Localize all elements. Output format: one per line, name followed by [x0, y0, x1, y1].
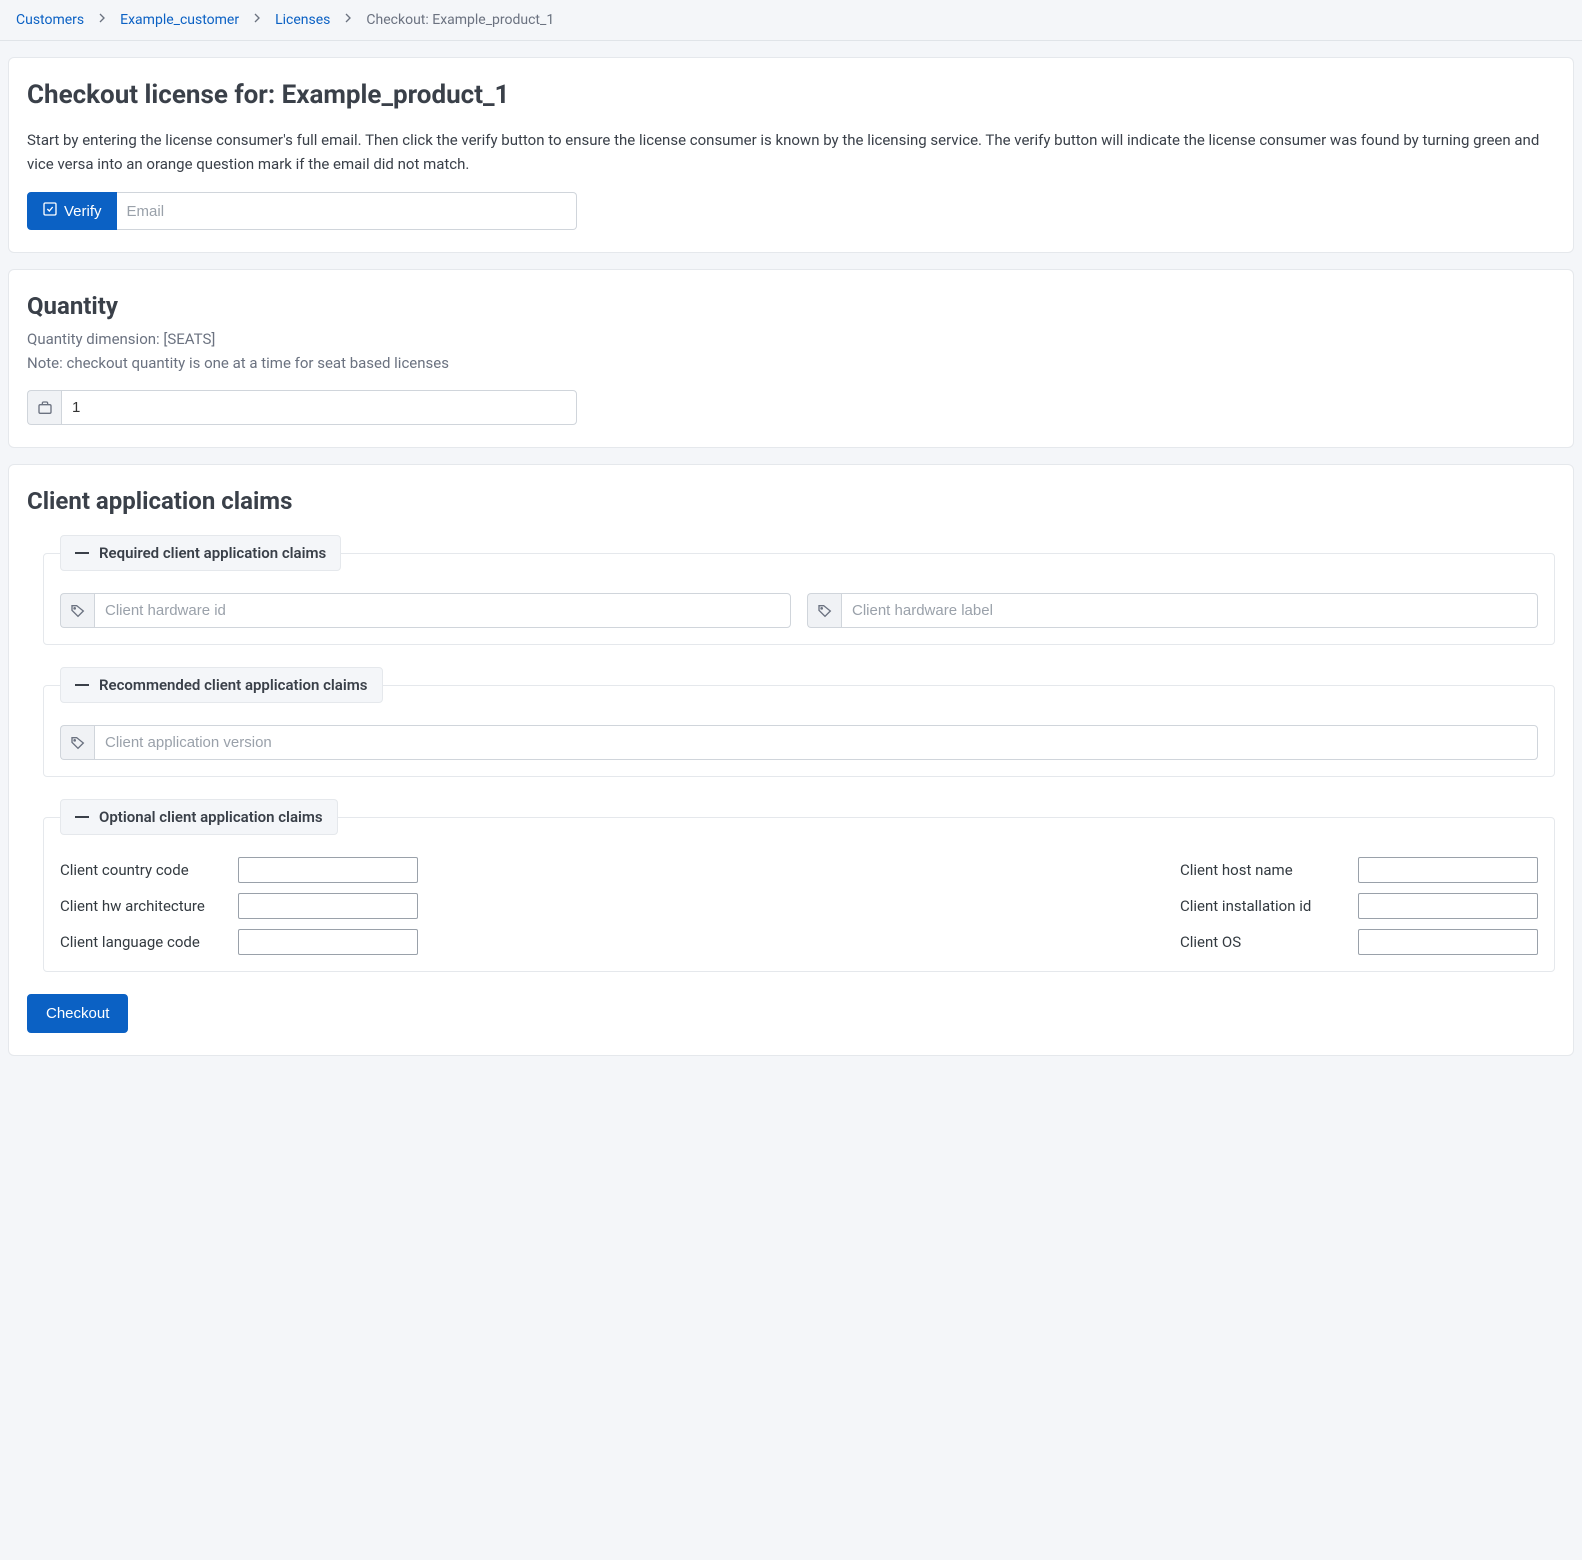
breadcrumb-current: Checkout: Example_product_1 [366, 12, 554, 28]
quantity-note: Note: checkout quantity is one at a time… [27, 354, 1555, 372]
country-code-input[interactable] [238, 857, 418, 883]
hw-arch-input[interactable] [238, 893, 418, 919]
os-label: Client OS [1180, 933, 1350, 951]
quantity-dimension: Quantity dimension: [SEATS] [27, 330, 1555, 348]
page-title: Checkout license for: Example_product_1 [27, 80, 1555, 110]
email-input[interactable] [117, 192, 577, 230]
chevron-right-icon [245, 10, 269, 30]
required-claims-legend-label: Required client application claims [99, 544, 326, 562]
claims-title: Client application claims [27, 487, 1555, 515]
breadcrumb: Customers Example_customer Licenses Chec… [0, 0, 1582, 41]
checkout-button[interactable]: Checkout [27, 994, 128, 1033]
check-square-icon [42, 201, 58, 221]
installation-id-input[interactable] [1358, 893, 1538, 919]
host-name-label: Client host name [1180, 861, 1350, 879]
checkout-section: Checkout license for: Example_product_1 … [8, 57, 1574, 253]
chevron-right-icon [336, 10, 360, 30]
tag-icon [60, 593, 94, 628]
installation-id-label: Client installation id [1180, 897, 1350, 915]
breadcrumb-link-customer[interactable]: Example_customer [120, 12, 239, 28]
client-hardware-id-input[interactable] [94, 593, 791, 628]
briefcase-icon [27, 390, 61, 425]
collapse-icon [75, 552, 89, 554]
os-input[interactable] [1358, 929, 1538, 955]
host-name-input[interactable] [1358, 857, 1538, 883]
optional-claims-legend-label: Optional client application claims [99, 808, 323, 826]
required-claims-fieldset: Required client application claims [43, 535, 1555, 645]
breadcrumb-link-licenses[interactable]: Licenses [275, 12, 330, 28]
language-code-input[interactable] [238, 929, 418, 955]
collapse-icon [75, 816, 89, 818]
language-code-label: Client language code [60, 933, 230, 951]
client-app-version-input[interactable] [94, 725, 1538, 760]
required-claims-legend[interactable]: Required client application claims [60, 535, 341, 571]
recommended-claims-legend[interactable]: Recommended client application claims [60, 667, 383, 703]
collapse-icon [75, 684, 89, 686]
quantity-title: Quantity [27, 292, 1555, 320]
verify-button[interactable]: Verify [27, 192, 117, 230]
tag-icon [60, 725, 94, 760]
checkout-button-label: Checkout [46, 1005, 109, 1022]
client-hardware-label-input[interactable] [841, 593, 1538, 628]
recommended-claims-legend-label: Recommended client application claims [99, 676, 368, 694]
checkout-description: Start by entering the license consumer's… [27, 128, 1555, 176]
tag-icon [807, 593, 841, 628]
quantity-input[interactable] [61, 390, 577, 425]
claims-section: Client application claims Required clien… [8, 464, 1574, 1056]
chevron-right-icon [90, 10, 114, 30]
hw-arch-label: Client hw architecture [60, 897, 230, 915]
country-code-label: Client country code [60, 861, 230, 879]
breadcrumb-link-customers[interactable]: Customers [16, 12, 84, 28]
optional-claims-legend[interactable]: Optional client application claims [60, 799, 338, 835]
verify-button-label: Verify [64, 203, 102, 220]
recommended-claims-fieldset: Recommended client application claims [43, 667, 1555, 777]
quantity-section: Quantity Quantity dimension: [SEATS] Not… [8, 269, 1574, 448]
optional-claims-fieldset: Optional client application claims Clien… [43, 799, 1555, 972]
